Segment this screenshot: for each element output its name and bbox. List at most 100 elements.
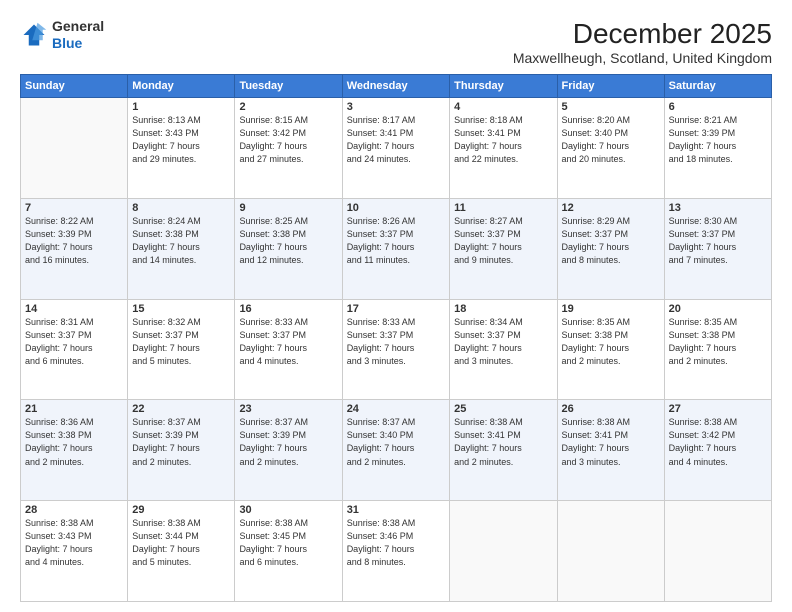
- calendar-cell: 4Sunrise: 8:18 AM Sunset: 3:41 PM Daylig…: [450, 98, 557, 199]
- day-info: Sunrise: 8:15 AM Sunset: 3:42 PM Dayligh…: [239, 114, 337, 166]
- day-info: Sunrise: 8:35 AM Sunset: 3:38 PM Dayligh…: [562, 316, 660, 368]
- day-info: Sunrise: 8:36 AM Sunset: 3:38 PM Dayligh…: [25, 416, 123, 468]
- day-number: 24: [347, 403, 445, 415]
- day-number: 15: [132, 303, 230, 315]
- calendar-cell: 3Sunrise: 8:17 AM Sunset: 3:41 PM Daylig…: [342, 98, 449, 199]
- calendar-cell: 25Sunrise: 8:38 AM Sunset: 3:41 PM Dayli…: [450, 400, 557, 501]
- calendar-cell: 22Sunrise: 8:37 AM Sunset: 3:39 PM Dayli…: [128, 400, 235, 501]
- location: Maxwellheugh, Scotland, United Kingdom: [513, 50, 772, 66]
- day-info: Sunrise: 8:35 AM Sunset: 3:38 PM Dayligh…: [669, 316, 767, 368]
- day-number: 8: [132, 202, 230, 214]
- logo-blue-text: Blue: [52, 35, 82, 51]
- calendar-week-row: 1Sunrise: 8:13 AM Sunset: 3:43 PM Daylig…: [21, 98, 772, 199]
- weekday-header: Wednesday: [342, 75, 449, 98]
- weekday-header: Monday: [128, 75, 235, 98]
- day-number: 7: [25, 202, 123, 214]
- day-info: Sunrise: 8:20 AM Sunset: 3:40 PM Dayligh…: [562, 114, 660, 166]
- day-number: 25: [454, 403, 552, 415]
- weekday-header: Saturday: [664, 75, 771, 98]
- calendar-cell: 29Sunrise: 8:38 AM Sunset: 3:44 PM Dayli…: [128, 501, 235, 602]
- logo-icon: [20, 21, 48, 49]
- calendar-cell: [21, 98, 128, 199]
- day-number: 27: [669, 403, 767, 415]
- calendar-cell: 7Sunrise: 8:22 AM Sunset: 3:39 PM Daylig…: [21, 198, 128, 299]
- day-info: Sunrise: 8:38 AM Sunset: 3:45 PM Dayligh…: [239, 517, 337, 569]
- calendar-cell: 13Sunrise: 8:30 AM Sunset: 3:37 PM Dayli…: [664, 198, 771, 299]
- calendar-cell: 5Sunrise: 8:20 AM Sunset: 3:40 PM Daylig…: [557, 98, 664, 199]
- day-number: 17: [347, 303, 445, 315]
- day-info: Sunrise: 8:38 AM Sunset: 3:43 PM Dayligh…: [25, 517, 123, 569]
- day-number: 10: [347, 202, 445, 214]
- day-number: 1: [132, 101, 230, 113]
- calendar-cell: 17Sunrise: 8:33 AM Sunset: 3:37 PM Dayli…: [342, 299, 449, 400]
- day-info: Sunrise: 8:33 AM Sunset: 3:37 PM Dayligh…: [347, 316, 445, 368]
- day-info: Sunrise: 8:37 AM Sunset: 3:39 PM Dayligh…: [132, 416, 230, 468]
- day-info: Sunrise: 8:22 AM Sunset: 3:39 PM Dayligh…: [25, 215, 123, 267]
- day-info: Sunrise: 8:34 AM Sunset: 3:37 PM Dayligh…: [454, 316, 552, 368]
- calendar-cell: 1Sunrise: 8:13 AM Sunset: 3:43 PM Daylig…: [128, 98, 235, 199]
- day-number: 29: [132, 504, 230, 516]
- day-number: 9: [239, 202, 337, 214]
- calendar-cell: 14Sunrise: 8:31 AM Sunset: 3:37 PM Dayli…: [21, 299, 128, 400]
- day-info: Sunrise: 8:29 AM Sunset: 3:37 PM Dayligh…: [562, 215, 660, 267]
- day-number: 21: [25, 403, 123, 415]
- day-number: 16: [239, 303, 337, 315]
- day-info: Sunrise: 8:38 AM Sunset: 3:41 PM Dayligh…: [562, 416, 660, 468]
- calendar-cell: 19Sunrise: 8:35 AM Sunset: 3:38 PM Dayli…: [557, 299, 664, 400]
- header: General Blue December 2025 Maxwellheugh,…: [20, 18, 772, 66]
- day-number: 13: [669, 202, 767, 214]
- logo-general-text: General: [52, 18, 104, 34]
- day-info: Sunrise: 8:24 AM Sunset: 3:38 PM Dayligh…: [132, 215, 230, 267]
- day-info: Sunrise: 8:21 AM Sunset: 3:39 PM Dayligh…: [669, 114, 767, 166]
- day-info: Sunrise: 8:33 AM Sunset: 3:37 PM Dayligh…: [239, 316, 337, 368]
- calendar-cell: [450, 501, 557, 602]
- calendar-cell: [557, 501, 664, 602]
- day-number: 12: [562, 202, 660, 214]
- calendar-cell: 31Sunrise: 8:38 AM Sunset: 3:46 PM Dayli…: [342, 501, 449, 602]
- page: General Blue December 2025 Maxwellheugh,…: [0, 0, 792, 612]
- day-number: 28: [25, 504, 123, 516]
- calendar-cell: 10Sunrise: 8:26 AM Sunset: 3:37 PM Dayli…: [342, 198, 449, 299]
- calendar-cell: 26Sunrise: 8:38 AM Sunset: 3:41 PM Dayli…: [557, 400, 664, 501]
- day-info: Sunrise: 8:38 AM Sunset: 3:46 PM Dayligh…: [347, 517, 445, 569]
- calendar-cell: 18Sunrise: 8:34 AM Sunset: 3:37 PM Dayli…: [450, 299, 557, 400]
- day-info: Sunrise: 8:25 AM Sunset: 3:38 PM Dayligh…: [239, 215, 337, 267]
- calendar-week-row: 7Sunrise: 8:22 AM Sunset: 3:39 PM Daylig…: [21, 198, 772, 299]
- calendar-cell: 21Sunrise: 8:36 AM Sunset: 3:38 PM Dayli…: [21, 400, 128, 501]
- day-info: Sunrise: 8:32 AM Sunset: 3:37 PM Dayligh…: [132, 316, 230, 368]
- calendar-cell: 15Sunrise: 8:32 AM Sunset: 3:37 PM Dayli…: [128, 299, 235, 400]
- calendar-cell: 28Sunrise: 8:38 AM Sunset: 3:43 PM Dayli…: [21, 501, 128, 602]
- calendar-cell: 20Sunrise: 8:35 AM Sunset: 3:38 PM Dayli…: [664, 299, 771, 400]
- day-info: Sunrise: 8:37 AM Sunset: 3:40 PM Dayligh…: [347, 416, 445, 468]
- day-info: Sunrise: 8:30 AM Sunset: 3:37 PM Dayligh…: [669, 215, 767, 267]
- day-number: 19: [562, 303, 660, 315]
- day-number: 23: [239, 403, 337, 415]
- day-number: 14: [25, 303, 123, 315]
- day-info: Sunrise: 8:38 AM Sunset: 3:42 PM Dayligh…: [669, 416, 767, 468]
- day-number: 30: [239, 504, 337, 516]
- calendar-cell: 6Sunrise: 8:21 AM Sunset: 3:39 PM Daylig…: [664, 98, 771, 199]
- calendar-cell: 23Sunrise: 8:37 AM Sunset: 3:39 PM Dayli…: [235, 400, 342, 501]
- day-info: Sunrise: 8:37 AM Sunset: 3:39 PM Dayligh…: [239, 416, 337, 468]
- day-number: 6: [669, 101, 767, 113]
- day-number: 31: [347, 504, 445, 516]
- month-title: December 2025: [513, 18, 772, 50]
- day-number: 5: [562, 101, 660, 113]
- day-info: Sunrise: 8:18 AM Sunset: 3:41 PM Dayligh…: [454, 114, 552, 166]
- day-info: Sunrise: 8:31 AM Sunset: 3:37 PM Dayligh…: [25, 316, 123, 368]
- calendar-week-row: 21Sunrise: 8:36 AM Sunset: 3:38 PM Dayli…: [21, 400, 772, 501]
- day-number: 11: [454, 202, 552, 214]
- calendar-cell: 30Sunrise: 8:38 AM Sunset: 3:45 PM Dayli…: [235, 501, 342, 602]
- weekday-header: Friday: [557, 75, 664, 98]
- title-block: December 2025 Maxwellheugh, Scotland, Un…: [513, 18, 772, 66]
- calendar-cell: [664, 501, 771, 602]
- calendar-cell: 2Sunrise: 8:15 AM Sunset: 3:42 PM Daylig…: [235, 98, 342, 199]
- day-info: Sunrise: 8:26 AM Sunset: 3:37 PM Dayligh…: [347, 215, 445, 267]
- calendar-cell: 12Sunrise: 8:29 AM Sunset: 3:37 PM Dayli…: [557, 198, 664, 299]
- calendar-cell: 24Sunrise: 8:37 AM Sunset: 3:40 PM Dayli…: [342, 400, 449, 501]
- day-info: Sunrise: 8:38 AM Sunset: 3:41 PM Dayligh…: [454, 416, 552, 468]
- logo-text: General Blue: [52, 18, 104, 52]
- weekday-header: Tuesday: [235, 75, 342, 98]
- calendar-cell: 11Sunrise: 8:27 AM Sunset: 3:37 PM Dayli…: [450, 198, 557, 299]
- day-number: 2: [239, 101, 337, 113]
